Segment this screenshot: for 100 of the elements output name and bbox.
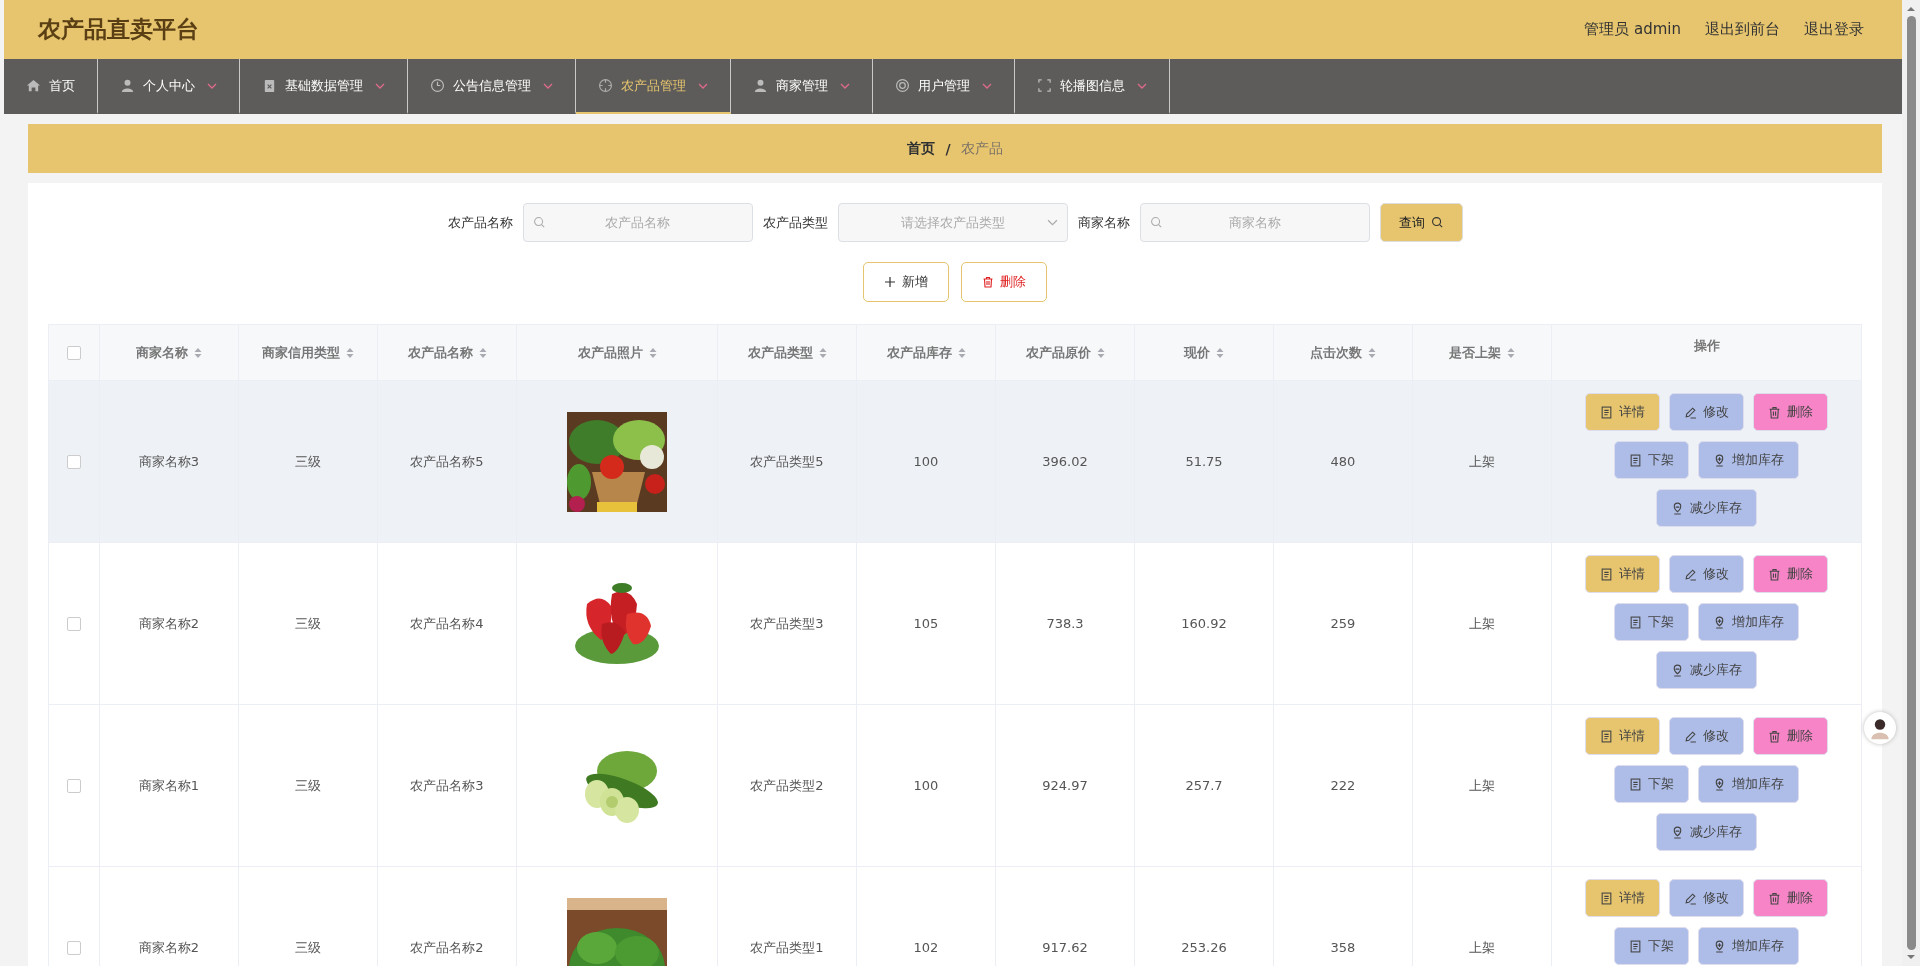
column-header[interactable]: 商家名称: [136, 343, 188, 362]
column-header[interactable]: 农产品名称: [407, 343, 473, 362]
add-stock-button[interactable]: 增加库存: [1698, 441, 1799, 479]
sort-icon[interactable]: [648, 346, 657, 359]
table-cell: 160.92: [1181, 616, 1227, 631]
table-cell: 259: [1330, 616, 1356, 631]
sort-icon[interactable]: [1216, 346, 1224, 359]
nav-item[interactable]: 基础数据管理: [240, 59, 408, 114]
sort-icon[interactable]: [957, 346, 966, 359]
detail-button[interactable]: 详情: [1585, 555, 1660, 593]
scroll-down-icon[interactable]: [1906, 954, 1916, 960]
unlist-button[interactable]: 下架: [1614, 603, 1689, 641]
table-cell: 农产品名称3: [410, 776, 484, 795]
column-header[interactable]: 现价: [1184, 343, 1210, 362]
nav-item[interactable]: 公告信息管理: [408, 59, 576, 114]
avatar-icon[interactable]: [1864, 712, 1896, 744]
delete-button[interactable]: 删除: [1753, 555, 1828, 593]
table-cell: 商家名称2: [138, 938, 200, 957]
search-field[interactable]: 农产品名称: [522, 203, 753, 242]
sort-icon[interactable]: [818, 346, 827, 359]
delete-button[interactable]: 删除: [1753, 879, 1828, 917]
search-field[interactable]: 商家名称: [1139, 203, 1370, 242]
document-icon: [1600, 891, 1613, 905]
add-button[interactable]: 新增: [863, 262, 949, 302]
nav-item[interactable]: 农产品管理: [576, 59, 731, 114]
sort-icon[interactable]: [478, 346, 487, 359]
row-checkbox[interactable]: [67, 778, 81, 793]
table-cell: 上架: [1469, 938, 1495, 957]
scroll-up-icon[interactable]: [1906, 6, 1916, 12]
table-cell: 三级: [295, 776, 321, 795]
table-cell: 358: [1330, 940, 1356, 955]
table-cell: 农产品类型5: [750, 452, 824, 471]
column-header[interactable]: 农产品原价: [1025, 343, 1091, 362]
detail-button[interactable]: 详情: [1585, 393, 1660, 431]
type-select[interactable]: 请选择农产品类型: [837, 203, 1068, 242]
header-link[interactable]: 退出登录: [1804, 20, 1864, 39]
column-header[interactable]: 农产品类型: [747, 343, 813, 362]
sort-icon[interactable]: [346, 346, 354, 359]
home-icon: [26, 78, 41, 93]
sort-icon[interactable]: [1368, 346, 1376, 359]
lifebuoy-icon: [895, 78, 910, 93]
column-header[interactable]: 商家信用类型: [262, 343, 340, 362]
edit-button[interactable]: 修改: [1669, 393, 1744, 431]
trash-icon: [1768, 729, 1781, 743]
table-cell: 三级: [295, 614, 321, 633]
nav-item[interactable]: 商家管理: [731, 59, 873, 114]
header-link[interactable]: 退出到前台: [1705, 20, 1780, 39]
search-button[interactable]: 查询: [1379, 203, 1463, 242]
column-header[interactable]: 是否上架: [1449, 343, 1501, 362]
nav-item[interactable]: 首页: [4, 59, 98, 114]
delete-button[interactable]: 删除: [1753, 717, 1828, 755]
unlist-button[interactable]: 下架: [1614, 441, 1689, 479]
table-cell: 上架: [1469, 452, 1495, 471]
edit-button[interactable]: 修改: [1669, 555, 1744, 593]
select-all-checkbox[interactable]: [67, 345, 81, 360]
row-checkbox[interactable]: [67, 940, 81, 955]
trash-icon: [1768, 567, 1781, 581]
detail-button[interactable]: 详情: [1585, 879, 1660, 917]
sort-icon[interactable]: [1507, 346, 1515, 359]
table-cell: 农产品类型3: [750, 614, 824, 633]
reduce-stock-button[interactable]: 减少库存: [1656, 651, 1757, 689]
delete-button[interactable]: 删除: [1753, 393, 1828, 431]
person-icon: [753, 78, 768, 93]
chevron-icon: [1046, 219, 1058, 226]
table-cell: 100: [913, 778, 939, 793]
add-stock-button[interactable]: 增加库存: [1698, 765, 1799, 803]
reduce-stock-button[interactable]: 减少库存: [1656, 489, 1757, 527]
edit-button[interactable]: 修改: [1669, 879, 1744, 917]
sort-icon[interactable]: [1096, 346, 1105, 359]
user-label: 管理员 admin: [1584, 20, 1681, 39]
breadcrumb-item: 农产品: [960, 139, 1003, 158]
column-header[interactable]: 农产品库存: [886, 343, 952, 362]
nav-item[interactable]: 轮播图信息: [1015, 59, 1170, 114]
column-header[interactable]: 点击次数: [1310, 343, 1362, 362]
nav-item[interactable]: 个人中心: [98, 59, 240, 114]
sort-icon[interactable]: [194, 346, 202, 359]
pin-plus-icon: [1713, 615, 1726, 629]
pin-minus-icon: [1671, 663, 1684, 677]
trash-icon: [1768, 891, 1781, 905]
add-stock-button[interactable]: 增加库存: [1698, 603, 1799, 641]
row-checkbox[interactable]: [67, 616, 81, 631]
person-icon: [120, 78, 135, 93]
document-icon: [1600, 729, 1613, 743]
add-stock-button[interactable]: 增加库存: [1698, 927, 1799, 965]
trash-icon: [1768, 405, 1781, 419]
reduce-stock-button[interactable]: 减少库存: [1656, 813, 1757, 851]
site-title: 农产品直卖平台: [38, 15, 199, 44]
row-checkbox[interactable]: [67, 454, 81, 469]
table-cell: 三级: [295, 938, 321, 957]
breadcrumb-item[interactable]: 首页: [907, 139, 936, 158]
clock-icon: [430, 78, 445, 93]
table-cell: 商家名称2: [138, 614, 200, 633]
column-header[interactable]: 农产品照片: [577, 343, 643, 362]
table-cell: 上架: [1469, 776, 1495, 795]
delete-button[interactable]: 删除: [961, 262, 1047, 302]
nav-item[interactable]: 用户管理: [873, 59, 1015, 114]
detail-button[interactable]: 详情: [1585, 717, 1660, 755]
unlist-button[interactable]: 下架: [1614, 927, 1689, 965]
edit-button[interactable]: 修改: [1669, 717, 1744, 755]
unlist-button[interactable]: 下架: [1614, 765, 1689, 803]
